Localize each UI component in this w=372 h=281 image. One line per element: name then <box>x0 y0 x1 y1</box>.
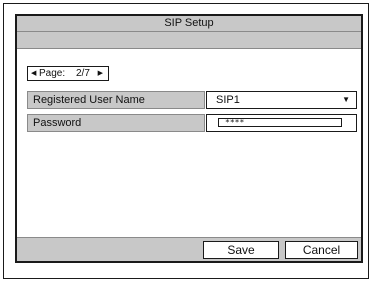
save-button[interactable]: Save <box>203 241 279 259</box>
password-label: Password <box>27 114 205 132</box>
dialog-footer: Save Cancel <box>17 237 361 261</box>
registered-user-name-select[interactable]: SIP1 ▼ <box>206 91 357 109</box>
registered-user-name-value: SIP1 <box>216 94 240 106</box>
cancel-button[interactable]: Cancel <box>285 241 358 259</box>
header-strip <box>17 32 361 49</box>
triangle-left-icon[interactable]: ◀ <box>31 67 36 80</box>
password-input[interactable]: **** <box>218 118 342 127</box>
page-number: 2/7 <box>76 68 90 79</box>
sip-setup-dialog: SIP Setup ◀ Page: 2/7 ▶ Registered User … <box>15 14 363 263</box>
registered-user-name-label: Registered User Name <box>27 91 205 109</box>
page-selector[interactable]: ◀ Page: 2/7 ▶ <box>27 66 109 81</box>
triangle-right-icon[interactable]: ▶ <box>98 67 103 80</box>
dialog-title: SIP Setup <box>17 16 361 32</box>
page-label: Page: <box>39 68 66 79</box>
chevron-down-icon[interactable]: ▼ <box>342 92 350 108</box>
password-field-frame: **** <box>206 114 357 132</box>
